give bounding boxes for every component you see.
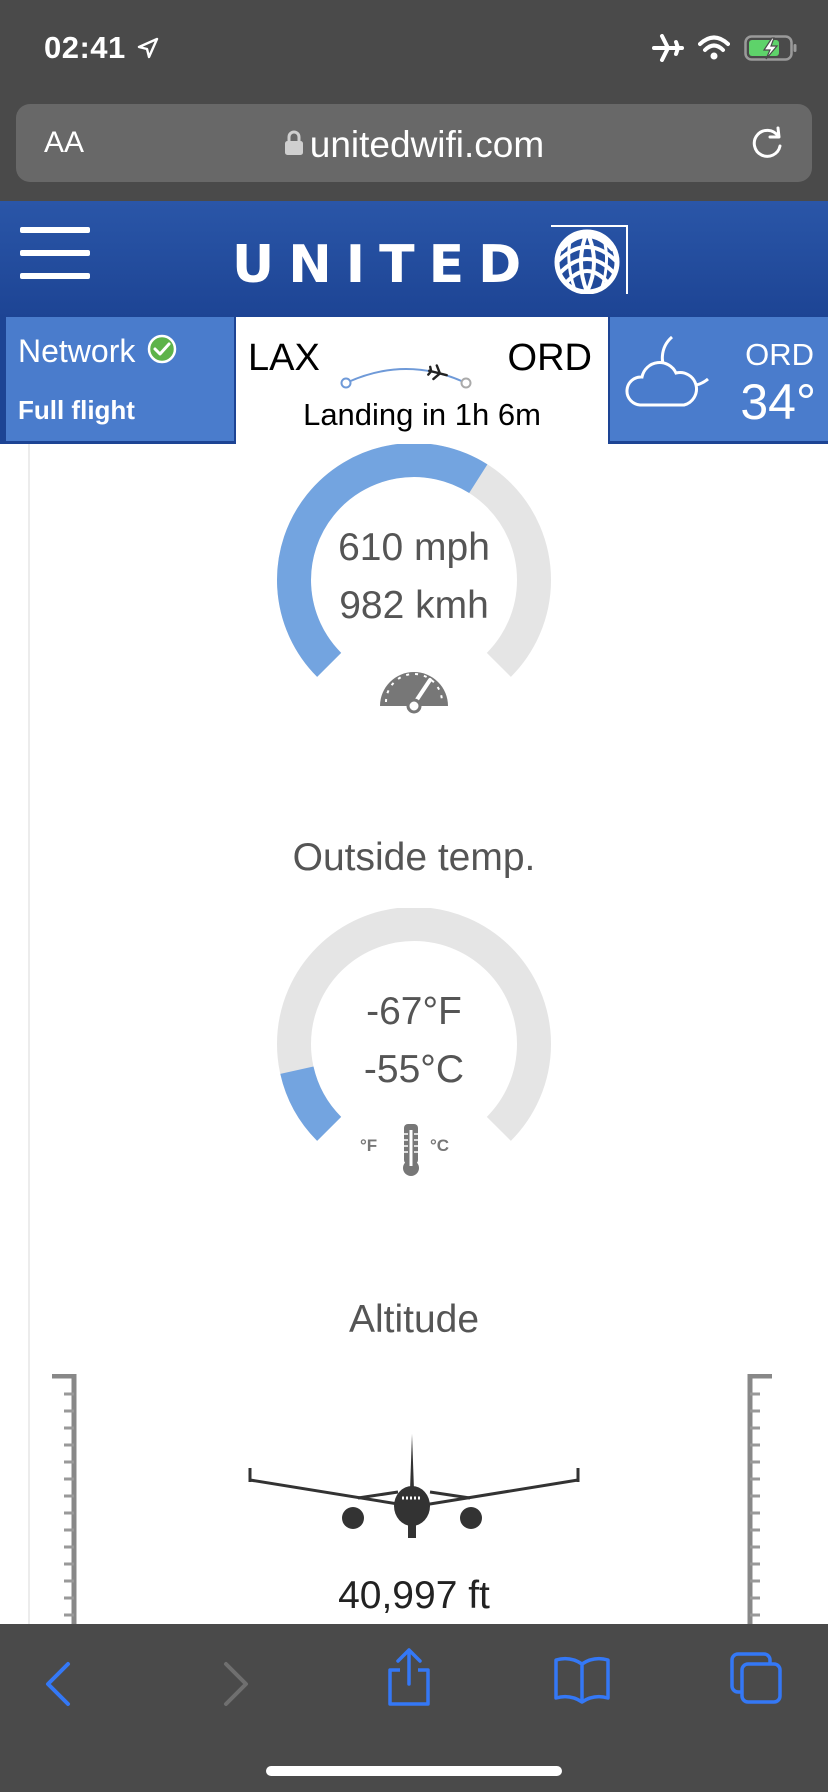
speed-kmh: 982 kmh [339, 584, 489, 627]
reload-icon[interactable] [748, 124, 786, 162]
share-icon[interactable] [384, 1646, 434, 1708]
destination-code: ORD [507, 337, 592, 379]
url-text: unitedwifi.com [309, 124, 545, 165]
status-icons [652, 34, 798, 62]
network-label: Network [18, 333, 136, 369]
route-progress-arc [340, 364, 472, 389]
unit-c-label: °C [430, 1136, 450, 1155]
moon-cloud-icon [625, 335, 709, 407]
airplane-front-icon [248, 1434, 580, 1538]
brand-wordmark: UNITED [232, 235, 536, 295]
route-plane-icon [427, 364, 448, 381]
unit-f-label: °F [360, 1136, 378, 1155]
hamburger-menu-icon[interactable] [20, 227, 90, 279]
temp-fahrenheit: -67°F [366, 990, 462, 1033]
url-field[interactable]: unitedwifi.com [16, 124, 812, 166]
outside-temp-title: Outside temp. [292, 836, 536, 879]
check-circle-icon [147, 334, 177, 364]
status-time: 02:41 [44, 30, 126, 65]
flight-info-strip: Network Full flight LAX ORD Landing in 1… [0, 317, 828, 444]
landing-eta: Landing in 1h 6m [303, 397, 541, 432]
address-bar[interactable]: AA unitedwifi.com [16, 104, 812, 182]
temp-celsius: -55°C [363, 1048, 465, 1091]
status-bar: 02:41 [0, 0, 828, 100]
battery-charging-icon [744, 35, 797, 61]
divider [28, 444, 30, 1624]
flight-stats: 610 mph 982 kmh Outside temp. -67°F -55°… [0, 444, 828, 1624]
location-arrow-icon [137, 37, 159, 59]
bookmarks-icon[interactable] [552, 1654, 612, 1704]
route-panel[interactable]: LAX ORD Landing in 1h 6m [236, 317, 608, 444]
browser-bar: AA unitedwifi.com [0, 100, 828, 201]
site-header: UNITED [0, 201, 828, 318]
thermometer-icon: °F °C [360, 1122, 470, 1182]
back-icon[interactable] [40, 1658, 76, 1710]
lock-icon [284, 130, 303, 156]
speed-mph: 610 mph [338, 526, 490, 569]
home-indicator [266, 1766, 562, 1776]
forward-icon[interactable] [218, 1658, 254, 1710]
speed-gauge: 610 mph 982 kmh [264, 444, 564, 744]
airplane-mode-icon [652, 34, 684, 62]
united-globe-logo [551, 225, 628, 294]
tabs-icon[interactable] [728, 1650, 784, 1706]
weather-city: ORD [745, 337, 814, 372]
altitude-title: Altitude [348, 1298, 480, 1341]
plan-label: Full flight [18, 395, 135, 425]
origin-code: LAX [248, 337, 320, 379]
wifi-icon [698, 35, 730, 60]
speedometer-icon [380, 672, 448, 714]
browser-toolbar [0, 1624, 828, 1792]
weather-temperature: 34° [740, 374, 816, 430]
network-panel[interactable]: Network Full flight [6, 317, 234, 441]
altitude-value: 40,997 ft [338, 1574, 490, 1617]
destination-weather[interactable]: ORD 34° [610, 317, 828, 441]
outside-temp-gauge: -67°F -55°C °F °C [264, 907, 564, 1208]
